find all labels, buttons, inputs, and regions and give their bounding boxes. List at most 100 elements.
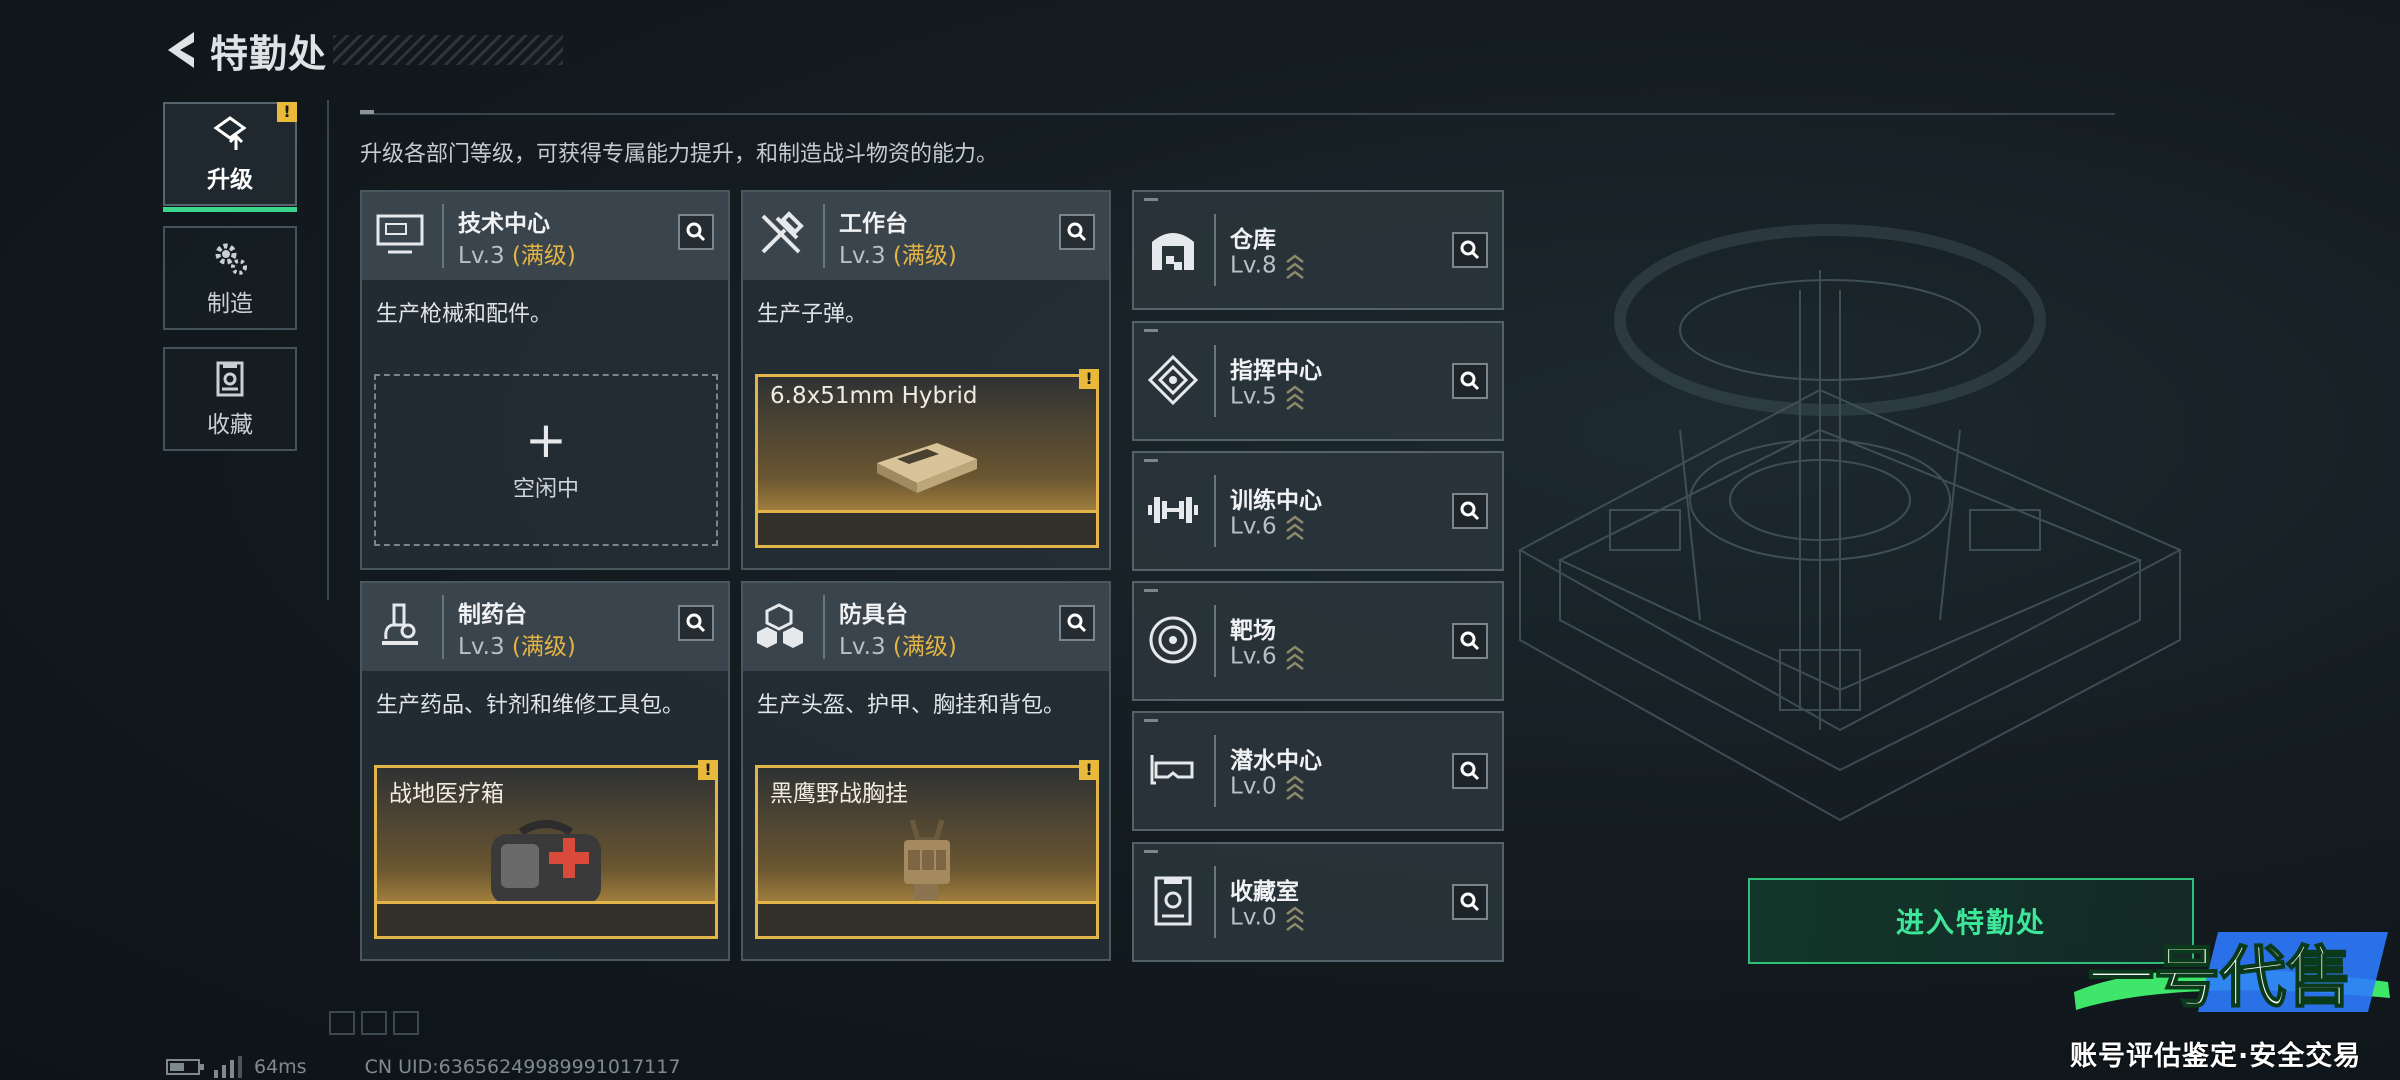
svg-text:一号代售: 一号代售 xyxy=(2088,939,2352,1016)
card-header: 技术中心 Lv.3 (满级) xyxy=(362,192,728,280)
rank-chevron-icon xyxy=(1285,254,1304,279)
left-divider xyxy=(327,100,329,600)
base-wireframe-illustration xyxy=(1517,224,2183,822)
search-icon xyxy=(1460,501,1480,521)
search-icon xyxy=(1460,240,1480,260)
card-separator xyxy=(823,204,825,268)
title-decoration xyxy=(333,35,564,65)
search-button[interactable] xyxy=(1452,232,1488,268)
department-name: 指挥中心 xyxy=(1230,358,1322,384)
department-row-shooting-range[interactable]: 靶场 Lv.6 xyxy=(1132,581,1504,701)
production-slot[interactable]: 6.8x51mm Hybrid ! xyxy=(755,369,1099,548)
diving-mask-icon xyxy=(1150,755,1194,785)
row-corner-mark xyxy=(1144,850,1158,853)
divider-tick xyxy=(360,110,374,114)
back-arrow-icon[interactable] xyxy=(160,28,200,72)
row-separator xyxy=(1214,735,1216,807)
facility-name: 制药台 xyxy=(458,602,527,628)
facility-card-pharmacy[interactable]: 制药台 Lv.3 (满级) 生产药品、针剂和维修工具包。 战地医疗箱 ! xyxy=(360,581,730,961)
rank-chevron-icon xyxy=(1285,906,1304,931)
production-slot[interactable]: 黑鹰野战胸挂 ! xyxy=(755,760,1099,939)
facility-name: 技术中心 xyxy=(458,211,550,237)
facility-card-tech-center[interactable]: 技术中心 Lv.3 (满级) 生产枪械和配件。 + 空闲中 xyxy=(360,190,730,570)
facility-description: 生产子弹。 xyxy=(757,302,868,327)
department-level: Lv.6 xyxy=(1230,513,1305,541)
row-corner-mark xyxy=(1144,719,1158,722)
row-corner-mark xyxy=(1144,198,1158,201)
facility-level: Lv.3 (满级) xyxy=(839,627,957,661)
department-row-collection-room[interactable]: 收藏室 Lv.0 xyxy=(1132,842,1504,962)
search-icon xyxy=(1067,222,1087,242)
row-separator xyxy=(1214,214,1216,286)
department-row-command-center[interactable]: 指挥中心 Lv.5 xyxy=(1132,321,1504,441)
search-button[interactable] xyxy=(1452,493,1488,529)
department-name: 训练中心 xyxy=(1230,488,1322,514)
search-button[interactable] xyxy=(678,605,714,641)
chest-rig-icon xyxy=(904,819,950,900)
search-button[interactable] xyxy=(1059,214,1095,250)
search-icon xyxy=(1460,631,1480,651)
search-button[interactable] xyxy=(1059,605,1095,641)
computer-icon xyxy=(376,214,424,254)
level-value: Lv.3 xyxy=(458,243,505,269)
search-button[interactable] xyxy=(1452,363,1488,399)
item-name: 黑鹰野战胸挂 xyxy=(770,781,908,807)
facility-card-armor-bench[interactable]: 防具台 Lv.3 (满级) 生产头盔、护甲、胸挂和背包。 黑鹰野战胸挂 ! xyxy=(741,581,1111,961)
department-row-diving-center[interactable]: 潜水中心 Lv.0 xyxy=(1132,711,1504,831)
slot-progress-bar xyxy=(758,510,1096,545)
department-level: Lv.6 xyxy=(1230,643,1305,671)
tab-upgrade[interactable]: 升级 ! xyxy=(163,102,297,212)
facility-name: 防具台 xyxy=(839,602,908,628)
production-slot[interactable]: 战地医疗箱 ! xyxy=(374,760,718,939)
department-row-training-center[interactable]: 训练中心 Lv.6 xyxy=(1132,451,1504,571)
search-icon xyxy=(1460,761,1480,781)
row-separator xyxy=(1214,605,1216,677)
level-value: Lv.0 xyxy=(1230,773,1277,800)
search-button[interactable] xyxy=(1452,623,1488,659)
level-value: Lv.3 xyxy=(839,243,886,269)
row-corner-mark xyxy=(1144,329,1158,332)
page-title: 特勤处 xyxy=(210,31,328,76)
target-icon xyxy=(1149,616,1197,664)
plus-icon: + xyxy=(525,411,567,469)
row-separator xyxy=(1214,866,1216,938)
search-icon xyxy=(1067,613,1087,633)
warning-badge: ! xyxy=(1079,369,1099,389)
microscope-icon xyxy=(382,603,418,645)
department-level: Lv.8 xyxy=(1230,252,1305,280)
level-value: Lv.0 xyxy=(1230,904,1277,931)
tab-collection[interactable]: 收藏 xyxy=(163,347,297,451)
search-button[interactable] xyxy=(1452,884,1488,920)
tab-collection-label: 收藏 xyxy=(207,412,253,438)
tab-craft[interactable]: 制造 xyxy=(163,226,297,330)
rank-chevron-icon xyxy=(1285,775,1304,800)
department-name: 靶场 xyxy=(1230,618,1276,644)
search-icon xyxy=(686,613,706,633)
level-value: Lv.3 xyxy=(458,634,505,660)
idle-label: 空闲中 xyxy=(512,477,579,502)
search-button[interactable] xyxy=(1452,753,1488,789)
facility-level: Lv.3 (满级) xyxy=(458,627,576,661)
facility-level: Lv.3 (满级) xyxy=(458,236,576,270)
facility-card-workbench[interactable]: 工作台 Lv.3 (满级) 生产子弹。 6.8x51mm Hybrid ! xyxy=(741,190,1111,570)
slot-progress-bar xyxy=(377,901,715,936)
collection-icon xyxy=(216,361,244,397)
user-uid: CN UID:63656249989991017117 xyxy=(364,1056,681,1078)
warning-badge: ! xyxy=(698,760,718,780)
department-row-warehouse[interactable]: 仓库 Lv.8 xyxy=(1132,190,1504,310)
ping-value: 64ms xyxy=(254,1056,307,1078)
gear-icon xyxy=(215,243,247,275)
facility-level: Lv.3 (满级) xyxy=(839,236,957,270)
facility-description: 生产枪械和配件。 xyxy=(376,302,553,327)
facility-name: 工作台 xyxy=(839,211,908,237)
level-value: Lv.6 xyxy=(1230,513,1277,540)
empty-production-slot[interactable]: + 空闲中 xyxy=(374,374,718,546)
card-separator xyxy=(442,595,444,659)
item-name: 战地医疗箱 xyxy=(389,781,504,807)
battery-icon xyxy=(166,1059,204,1075)
watermark-logo: 一号代售 xyxy=(2074,932,2390,1017)
search-button[interactable] xyxy=(678,214,714,250)
max-level-tag: (满级) xyxy=(511,243,576,269)
rank-chevron-icon xyxy=(1285,385,1304,410)
upgrade-icon xyxy=(213,116,247,150)
